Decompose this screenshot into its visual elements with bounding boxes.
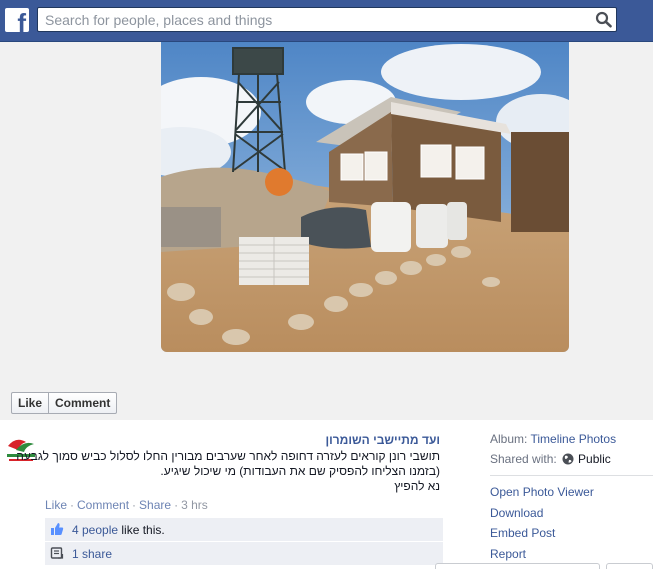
open-photo-viewer-link[interactable]: Open Photo Viewer bbox=[490, 485, 594, 499]
likes-text: 4 people like this. bbox=[72, 523, 165, 537]
separator: · bbox=[174, 498, 179, 512]
page-name-link[interactable]: ועד מתיישבי השומרון bbox=[45, 433, 441, 447]
privacy-value[interactable]: Public bbox=[578, 452, 611, 466]
shares-link[interactable]: 1 share bbox=[72, 547, 112, 561]
album-row: Album: Timeline Photos bbox=[490, 432, 653, 452]
top-nav-bar: f bbox=[0, 0, 653, 42]
embed-post-link[interactable]: Embed Post bbox=[490, 526, 555, 540]
likes-suffix: like this. bbox=[118, 523, 165, 537]
search-input[interactable] bbox=[38, 8, 588, 31]
sidebar-divider bbox=[490, 475, 653, 476]
sidebar-link-row: Open Photo Viewer bbox=[490, 485, 653, 506]
shares-summary: 1 share bbox=[45, 542, 443, 565]
sidebar-link-row: Download bbox=[490, 506, 653, 527]
photo-actions: Like Comment bbox=[11, 392, 118, 414]
thumbs-up-icon bbox=[51, 523, 64, 535]
photo-image bbox=[161, 42, 569, 352]
separator: · bbox=[132, 498, 137, 512]
shares-text: 1 share bbox=[72, 547, 112, 561]
report-link[interactable]: Report bbox=[490, 547, 526, 561]
search-box bbox=[37, 7, 617, 32]
cropped-panel bbox=[435, 563, 600, 569]
post-timestamp[interactable]: 3 hrs bbox=[181, 498, 208, 512]
comment-button[interactable]: Comment bbox=[48, 393, 116, 413]
photo-permalink-page: f Search for people, places and things L… bbox=[0, 0, 653, 569]
facebook-logo[interactable]: f bbox=[5, 8, 29, 32]
post-like-link[interactable]: Like bbox=[45, 498, 67, 512]
globe-icon bbox=[562, 453, 574, 465]
sidebar-link-row: Embed Post bbox=[490, 526, 653, 547]
separator: · bbox=[70, 498, 75, 512]
like-button[interactable]: Like bbox=[12, 393, 48, 413]
album-link[interactable]: Timeline Photos bbox=[530, 432, 616, 446]
post-share-link[interactable]: Share bbox=[139, 498, 171, 512]
post-caption: תושבי רונן קוראים לעזרה דחופה לאחר שערבי… bbox=[16, 449, 440, 494]
post-details: ועד מתיישבי השומרון תושבי רונן קוראים לע… bbox=[0, 420, 653, 569]
shared-with-label: Shared with: bbox=[490, 452, 561, 466]
search-icon[interactable] bbox=[595, 11, 613, 28]
caption-line: תושבי רונן קוראים לעזרה דחופה לאחר שערבי… bbox=[16, 449, 440, 463]
photo-sidebar: Album: Timeline Photos Shared with: Publ… bbox=[490, 432, 653, 567]
album-label: Album: bbox=[490, 432, 531, 446]
post-photo[interactable] bbox=[161, 42, 569, 352]
post-comment-link[interactable]: Comment bbox=[77, 498, 129, 512]
caption-line: נא להפיץ bbox=[394, 479, 440, 493]
likes-summary: 4 people like this. bbox=[45, 518, 443, 541]
likers-link[interactable]: 4 people bbox=[72, 523, 118, 537]
share-icon bbox=[50, 547, 64, 559]
shared-with-row: Shared with: Public bbox=[490, 452, 653, 472]
download-link[interactable]: Download bbox=[490, 506, 543, 520]
post-meta: Like · Comment · Share · 3 hrs bbox=[45, 498, 208, 512]
caption-line: (בזמנו הצליחו להפסיק שם את העבודות) מי ש… bbox=[160, 464, 440, 478]
cropped-panel bbox=[606, 563, 653, 569]
photo-stage: Like Comment bbox=[0, 42, 653, 420]
